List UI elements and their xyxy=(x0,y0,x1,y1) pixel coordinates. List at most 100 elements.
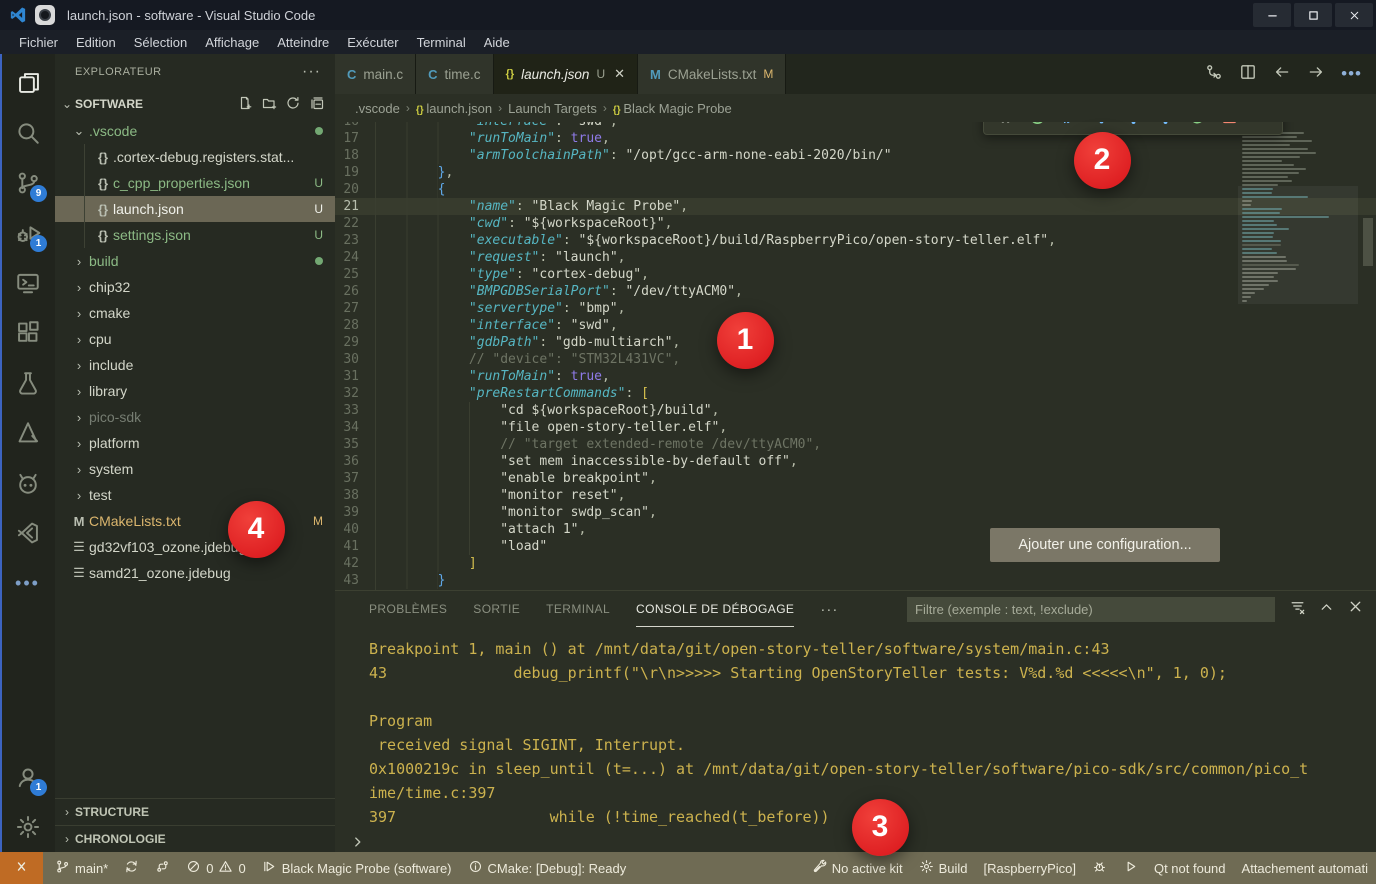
activity-search-icon[interactable] xyxy=(0,108,55,158)
tree-item-test[interactable]: ›test xyxy=(55,482,335,508)
section-chronologie[interactable]: ›CHRONOLOGIE xyxy=(55,825,335,852)
status-play[interactable] xyxy=(1115,852,1146,884)
tab-launch.json[interactable]: {}launch.jsonU✕ xyxy=(494,54,638,94)
line-number[interactable]: 18 xyxy=(335,147,375,164)
status-branch[interactable]: main* xyxy=(47,852,116,884)
tree-item-.vscode[interactable]: ⌄.vscode xyxy=(55,118,335,144)
tree-item-settings.json[interactable]: {}settings.jsonU xyxy=(55,222,335,248)
panel-tab-proble-mes[interactable]: PROBLÈMES xyxy=(369,591,447,627)
tree-item-gd32vf103_ozone.jdebug[interactable]: ☰gd32vf103_ozone.jdebug xyxy=(55,534,335,560)
activity-run-debug-icon[interactable]: 1 xyxy=(0,208,55,258)
split-editor-icon[interactable] xyxy=(1239,63,1257,86)
breadcrumb-item[interactable]: .vscode xyxy=(355,101,400,116)
chevron-down-button[interactable] xyxy=(1246,122,1276,131)
collapse-all-icon[interactable] xyxy=(309,95,325,114)
status-debug[interactable]: Black Magic Probe (software) xyxy=(254,852,460,884)
tab-CMakeLists.txt[interactable]: MCMakeLists.txtM xyxy=(638,54,786,94)
line-number[interactable]: 37 xyxy=(335,470,375,487)
tree-item-cmake[interactable]: ›cmake xyxy=(55,300,335,326)
breadcrumb-item[interactable]: {} launch.json xyxy=(416,101,492,116)
tab-time.c[interactable]: Ctime.c xyxy=(416,54,493,94)
activity-settings-icon[interactable] xyxy=(0,802,55,852)
menu-selection[interactable]: Sélection xyxy=(125,33,196,52)
add-configuration-button[interactable]: Ajouter une configuration... xyxy=(990,528,1220,562)
line-number[interactable]: 28 xyxy=(335,317,375,334)
step-into-button[interactable] xyxy=(1118,122,1148,131)
tree-item-build[interactable]: ›build xyxy=(55,248,335,274)
line-number[interactable]: 35 xyxy=(335,436,375,453)
stop-button[interactable] xyxy=(1214,122,1244,131)
tree-item-include[interactable]: ›include xyxy=(55,352,335,378)
breadcrumb-item[interactable]: Launch Targets xyxy=(508,101,597,116)
breadcrumb-item[interactable]: {} Black Magic Probe xyxy=(613,101,732,116)
line-number[interactable]: 43 xyxy=(335,572,375,589)
close-panel-icon[interactable] xyxy=(1347,598,1364,620)
line-number[interactable]: 33 xyxy=(335,402,375,419)
back-icon[interactable] xyxy=(1273,63,1291,86)
line-number[interactable]: 30 xyxy=(335,351,375,368)
status-bug[interactable] xyxy=(1084,852,1115,884)
line-number[interactable]: 39 xyxy=(335,504,375,521)
line-number[interactable]: 40 xyxy=(335,521,375,538)
activity-remote-explorer-icon[interactable] xyxy=(0,258,55,308)
explorer-section-header[interactable]: ⌄ SOFTWARE xyxy=(55,90,335,118)
line-number[interactable]: 24 xyxy=(335,249,375,266)
tree-item-library[interactable]: ›library xyxy=(55,378,335,404)
activity-platformio-icon[interactable] xyxy=(0,458,55,508)
line-number[interactable]: 36 xyxy=(335,453,375,470)
status-gear[interactable]: Build xyxy=(911,852,976,884)
menu-fichier[interactable]: Fichier xyxy=(10,33,67,52)
menu-aide[interactable]: Aide xyxy=(475,33,519,52)
tree-item-platform[interactable]: ›platform xyxy=(55,430,335,456)
debug-filter-input[interactable] xyxy=(907,597,1275,622)
step-over-button[interactable] xyxy=(1086,122,1116,131)
more-actions-icon[interactable]: ••• xyxy=(1341,64,1362,84)
section-structure[interactable]: ›STRUCTURE xyxy=(55,798,335,825)
minimap-viewport[interactable] xyxy=(1238,186,1358,304)
panel-tab-console-de-de-bogage[interactable]: CONSOLE DE DÉBOGAGE xyxy=(636,591,794,627)
line-number[interactable]: 17 xyxy=(335,130,375,147)
grip-button[interactable] xyxy=(990,122,1020,131)
tree-item-cpu[interactable]: ›cpu xyxy=(55,326,335,352)
line-number[interactable]: 19 xyxy=(335,164,375,181)
code-editor[interactable]: 16 "interface": "swd",17 "runToMain": tr… xyxy=(335,122,1376,590)
new-file-icon[interactable] xyxy=(237,95,253,114)
activity-account-icon[interactable]: 1 xyxy=(0,752,55,802)
line-number[interactable]: 16 xyxy=(335,122,375,130)
open-changes-icon[interactable] xyxy=(1205,63,1223,86)
line-number[interactable]: 23 xyxy=(335,232,375,249)
line-number[interactable]: 29 xyxy=(335,334,375,351)
power-button[interactable] xyxy=(1022,122,1052,131)
line-number[interactable]: 31 xyxy=(335,368,375,385)
activity-vs-project-icon[interactable] xyxy=(0,508,55,558)
tree-item-system[interactable]: ›system xyxy=(55,456,335,482)
restart-button[interactable] xyxy=(1182,122,1212,131)
line-number[interactable]: 44 xyxy=(335,589,375,590)
tree-item-launch.json[interactable]: {}launch.jsonU xyxy=(55,196,335,222)
panel-tab-sortie[interactable]: SORTIE xyxy=(473,591,520,627)
tree-item-samd21_ozone.jdebug[interactable]: ☰samd21_ozone.jdebug xyxy=(55,560,335,586)
status-remote[interactable] xyxy=(0,852,43,884)
status-item[interactable]: 00 xyxy=(178,852,253,884)
line-number[interactable]: 41 xyxy=(335,538,375,555)
line-number[interactable]: 21 xyxy=(335,198,375,215)
status-info[interactable]: CMake: [Debug]: Ready xyxy=(460,852,635,884)
status-raspberrypico[interactable]: [RaspberryPico] xyxy=(975,852,1083,884)
tree-item-chip32[interactable]: ›chip32 xyxy=(55,274,335,300)
status-compare[interactable] xyxy=(147,852,178,884)
minimap[interactable] xyxy=(1242,128,1354,304)
step-out-button[interactable] xyxy=(1150,122,1180,131)
line-number[interactable]: 25 xyxy=(335,266,375,283)
sidebar-more-icon[interactable]: ··· xyxy=(302,63,321,81)
menu-edition[interactable]: Edition xyxy=(67,33,125,52)
line-number[interactable]: 26 xyxy=(335,283,375,300)
menu-terminal[interactable]: Terminal xyxy=(408,33,475,52)
clear-console-icon[interactable] xyxy=(1289,598,1306,620)
tree-item-c_cpp_properties.json[interactable]: {}c_cpp_properties.jsonU xyxy=(55,170,335,196)
tree-item-CMakeLists.txt[interactable]: MCMakeLists.txtM xyxy=(55,508,335,534)
activity-cmake-tools-icon[interactable] xyxy=(0,408,55,458)
menu-executer[interactable]: Exécuter xyxy=(338,33,407,52)
close-button[interactable] xyxy=(1335,3,1373,27)
activity-extensions-icon[interactable] xyxy=(0,308,55,358)
status-qtnotfound[interactable]: Qt not found xyxy=(1146,852,1234,884)
